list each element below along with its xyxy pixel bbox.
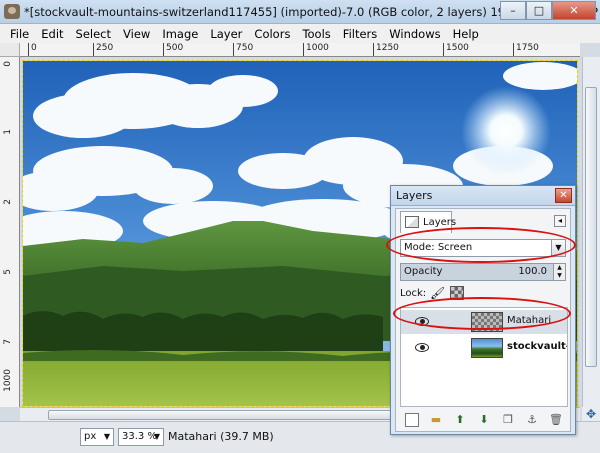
- opacity-label: Opacity: [404, 266, 443, 277]
- lower-layer-icon[interactable]: ⬇: [477, 413, 491, 427]
- layer-name[interactable]: stockvault-mou: [507, 341, 567, 352]
- ruler-label: 1750: [516, 43, 539, 53]
- menu-select[interactable]: Select: [70, 27, 117, 41]
- gimp-app-icon: [4, 4, 20, 19]
- layer-row-stockvault[interactable]: stockvault-mou: [401, 336, 567, 360]
- zoom-value: 33.3 %: [122, 431, 157, 442]
- opacity-slider[interactable]: Opacity 100.0 ▲ ▼: [400, 263, 566, 281]
- raise-layer-icon[interactable]: ⬆: [453, 413, 467, 427]
- mode-text: Mode: Screen: [404, 242, 472, 253]
- ruler-label: 1250: [376, 43, 399, 53]
- menu-layer[interactable]: Layer: [204, 27, 248, 41]
- layer-thumbnail: [471, 312, 503, 332]
- tab-menu-button[interactable]: ◂: [554, 215, 566, 227]
- layers-dialog-title: Layers: [396, 189, 433, 202]
- ruler-label: 0: [31, 43, 37, 53]
- chevron-down-icon: ▼: [153, 432, 160, 441]
- layers-dialog-body: Layers ◂ Mode: Screen ▼ Opacity 100.0 ▲ ▼…: [395, 208, 571, 432]
- new-layer-icon[interactable]: [405, 413, 419, 427]
- layers-icon: [405, 216, 419, 228]
- maximize-button[interactable]: □: [526, 1, 552, 20]
- ruler-label: 7: [3, 339, 13, 345]
- vertical-ruler[interactable]: 0 1 2 5 7 1000: [0, 57, 20, 407]
- menu-tools[interactable]: Tools: [296, 27, 336, 41]
- window-controls: – □ ✕: [500, 1, 596, 20]
- menu-filters[interactable]: Filters: [337, 27, 383, 41]
- layers-toolbar: ▬ ⬆ ⬇ ❐ ⚓ 🗑: [400, 411, 568, 429]
- layer-list: Matahari stockvault-mou: [400, 307, 568, 407]
- ruler-label: 0: [3, 61, 13, 67]
- minimize-button[interactable]: –: [500, 1, 526, 20]
- layer-thumbnail: [471, 338, 503, 358]
- vertical-scrollbar[interactable]: [582, 57, 600, 407]
- layers-dialog-titlebar[interactable]: Layers ✕: [391, 186, 575, 206]
- delete-layer-icon[interactable]: 🗑: [549, 413, 563, 427]
- ruler-label: 5: [3, 269, 13, 275]
- layers-dialog: Layers ✕ Layers ◂ Mode: Screen ▼ Opacity…: [390, 185, 576, 435]
- lock-pixels-icon[interactable]: 🖌: [430, 286, 445, 300]
- tab-layers[interactable]: Layers: [400, 211, 456, 233]
- eye-icon[interactable]: [415, 317, 429, 326]
- navigate-icon[interactable]: ✥: [582, 407, 600, 421]
- ruler-label: 750: [236, 43, 254, 53]
- ruler-label: 1000: [3, 369, 13, 392]
- ruler-label: 1: [3, 129, 13, 135]
- layer-name[interactable]: Matahari: [507, 315, 567, 326]
- lock-label: Lock:: [400, 288, 427, 299]
- layers-dialog-close-button[interactable]: ✕: [555, 188, 572, 203]
- mode-value: Screen: [437, 242, 473, 253]
- unit-value: px: [84, 431, 97, 442]
- mode-label: Mode:: [404, 242, 435, 253]
- lock-alpha-icon[interactable]: [450, 286, 464, 300]
- tab-layers-label: Layers: [423, 217, 457, 228]
- ruler-label: 1000: [306, 43, 329, 53]
- ruler-label: 1500: [446, 43, 469, 53]
- ruler-label: 500: [166, 43, 184, 53]
- opacity-spin-button[interactable]: ▲ ▼: [553, 264, 565, 280]
- ruler-label: 2: [3, 199, 13, 205]
- ruler-label: 250: [96, 43, 114, 53]
- unit-select[interactable]: px ▼: [80, 428, 114, 446]
- chevron-down-icon[interactable]: ▼: [551, 240, 565, 256]
- menu-file[interactable]: File: [4, 27, 35, 41]
- status-message: Matahari (39.7 MB): [168, 430, 274, 443]
- chevron-down-icon: ▼: [103, 432, 110, 441]
- menu-view[interactable]: View: [117, 27, 156, 41]
- menu-bar: File Edit Select View Image Layer Colors…: [0, 24, 600, 43]
- menu-windows[interactable]: Windows: [383, 27, 446, 41]
- menu-colors[interactable]: Colors: [248, 27, 296, 41]
- layer-row-matahari[interactable]: Matahari: [401, 310, 567, 334]
- vertical-scroll-thumb[interactable]: [585, 87, 597, 367]
- anchor-layer-icon[interactable]: ⚓: [525, 413, 539, 427]
- mode-select[interactable]: Mode: Screen ▼: [400, 239, 566, 257]
- horizontal-ruler[interactable]: 0 250 500 750 1000 1250 1500 1750: [20, 43, 580, 57]
- eye-icon[interactable]: [415, 343, 429, 352]
- menu-image[interactable]: Image: [156, 27, 204, 41]
- zoom-select[interactable]: 33.3 % ▼: [118, 428, 164, 446]
- opacity-value: 100.0: [518, 266, 547, 277]
- title-bar: *[stockvault-mountains-switzerland117455…: [0, 0, 600, 24]
- layer-group-icon[interactable]: ▬: [429, 413, 443, 427]
- menu-edit[interactable]: Edit: [35, 27, 69, 41]
- close-button[interactable]: ✕: [552, 1, 596, 20]
- quick-mask-corner[interactable]: [0, 43, 20, 57]
- menu-help[interactable]: Help: [447, 27, 485, 41]
- gimp-window: *[stockvault-mountains-switzerland117455…: [0, 0, 600, 453]
- duplicate-layer-icon[interactable]: ❐: [501, 413, 515, 427]
